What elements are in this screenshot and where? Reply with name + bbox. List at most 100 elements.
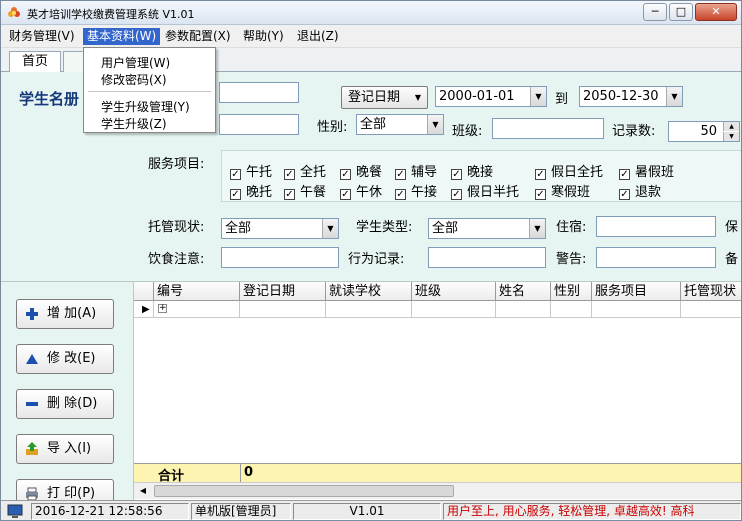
expand-icon[interactable]: +	[158, 304, 167, 313]
grid-cell	[681, 301, 741, 318]
column-header[interactable]: 就读学校	[326, 282, 412, 301]
edit-button[interactable]: 修 改(E)	[16, 344, 114, 374]
total-value: 0	[244, 465, 254, 480]
grid-cell	[551, 301, 592, 318]
column-header[interactable]: 姓名	[496, 282, 551, 301]
delete-button[interactable]: 删 除(D)	[16, 389, 114, 419]
check-icon: ✓	[284, 189, 295, 200]
menu-separator	[88, 91, 211, 92]
import-button-label: 导 入(I)	[47, 441, 92, 456]
grid-cell	[496, 301, 551, 318]
minimize-button[interactable]: ─	[643, 3, 667, 21]
menu-bar: 财务管理(V) 基本资料(W) 参数配置(X) 帮助(Y) 退出(Z)	[1, 25, 741, 48]
check-icon: ✓	[340, 169, 351, 180]
menu-item-user-manage[interactable]: 用户管理(W)	[101, 54, 170, 71]
student-grid: 编号 登记日期 就读学校 班级 姓名 性别 服务项目 托管现状 ▶ + 合计 0	[134, 282, 741, 504]
warning-field[interactable]	[596, 247, 716, 268]
service-checkbox[interactable]: ✓ 晚接	[451, 161, 493, 180]
check-icon: ✓	[619, 169, 630, 180]
status-bar: 2016-12-21 12:58:56 单机版[管理员] V1.01 用户至上,…	[1, 500, 741, 520]
column-header[interactable]: 登记日期	[240, 282, 326, 301]
grid-header: 编号 登记日期 就读学校 班级 姓名 性别 服务项目 托管现状	[134, 282, 741, 301]
calendar-dropdown-icon[interactable]: ▼	[530, 87, 546, 106]
service-checkbox[interactable]: ✓ 假日全托	[535, 161, 603, 180]
record-count-label: 记录数:	[612, 124, 656, 139]
check-icon: ✓	[230, 189, 241, 200]
register-date-label: 登记日期	[348, 90, 401, 105]
import-arrow-icon	[26, 442, 38, 455]
record-count-value: 50	[700, 124, 717, 139]
class-field[interactable]	[492, 118, 604, 139]
chevron-down-icon[interactable]: ▼	[529, 219, 545, 238]
service-checkbox[interactable]: ✓ 午接	[395, 181, 437, 200]
student-type-label: 学生类型:	[356, 220, 413, 235]
menu-finance[interactable]: 财务管理(V)	[5, 28, 79, 45]
service-checkbox[interactable]: ✓ 假日半托	[451, 181, 519, 200]
behavior-field[interactable]	[428, 247, 546, 268]
date-from-field[interactable]: 2000-01-01 ▼	[435, 86, 547, 107]
page-title: 学生名册	[19, 90, 80, 108]
student-type-select[interactable]: 全部 ▼	[428, 218, 546, 239]
spin-up-icon[interactable]: ▲	[723, 122, 739, 131]
warning-label: 警告:	[556, 252, 587, 267]
check-icon: ✓	[451, 189, 462, 200]
diet-field[interactable]	[221, 247, 339, 268]
spin-down-icon[interactable]: ▼	[723, 132, 739, 141]
custody-value: 全部	[225, 221, 252, 236]
check-icon: ✓	[451, 169, 462, 180]
remark-label: 备	[725, 252, 739, 267]
menu-basic-data[interactable]: 基本资料(W)	[83, 28, 161, 45]
service-checkbox[interactable]: ✓ 全托	[284, 161, 326, 180]
menu-help[interactable]: 帮助(Y)	[239, 28, 288, 45]
service-checkbox[interactable]: ✓ 暑假班	[619, 161, 674, 180]
service-checkbox[interactable]: ✓ 晚托	[230, 181, 272, 200]
date-to-field[interactable]: 2050-12-30 ▼	[579, 86, 683, 107]
service-checkbox[interactable]: ✓ 晚餐	[340, 161, 382, 180]
column-header[interactable]: 服务项目	[592, 282, 681, 301]
menu-exit[interactable]: 退出(Z)	[293, 28, 343, 45]
row-indicator-header	[134, 282, 154, 301]
school-search-field[interactable]	[219, 114, 299, 135]
service-checkbox[interactable]: ✓ 午餐	[284, 181, 326, 200]
import-button[interactable]: 导 入(I)	[16, 434, 114, 464]
check-icon: ✓	[619, 189, 630, 200]
menu-item-upgrade[interactable]: 学生升级(Z)	[101, 115, 167, 132]
maximize-button[interactable]: □	[669, 3, 693, 21]
chevron-down-icon[interactable]: ▼	[322, 219, 338, 238]
table-row[interactable]: ▶ +	[134, 301, 741, 318]
menu-item-change-password[interactable]: 修改密码(X)	[101, 71, 167, 88]
service-checkbox[interactable]: ✓ 退款	[619, 181, 661, 200]
horizontal-scrollbar[interactable]: ◀	[134, 482, 741, 499]
column-header[interactable]: 班级	[412, 282, 496, 301]
calendar-dropdown-icon[interactable]: ▼	[666, 87, 682, 106]
custody-select[interactable]: 全部 ▼	[221, 218, 339, 239]
name-search-field[interactable]	[219, 82, 299, 103]
add-button[interactable]: 增 加(A)	[16, 299, 114, 329]
check-icon: ✓	[395, 189, 406, 200]
service-checkbox[interactable]: ✓ 午休	[340, 181, 382, 200]
service-checkbox[interactable]: ✓ 辅导	[395, 161, 437, 180]
close-button[interactable]: ✕	[695, 3, 737, 21]
menu-params[interactable]: 参数配置(X)	[161, 28, 235, 45]
column-header[interactable]: 托管现状	[681, 282, 741, 301]
row-pointer-icon: ▶	[134, 301, 154, 318]
gender-select[interactable]: 全部 ▼	[356, 114, 444, 135]
diet-label: 饮食注意:	[148, 252, 205, 267]
chevron-down-icon[interactable]: ▼	[427, 115, 443, 134]
menu-item-upgrade-manage[interactable]: 学生升级管理(Y)	[101, 98, 190, 115]
check-icon: ✓	[535, 169, 546, 180]
grid-cell: +	[154, 301, 240, 318]
column-header[interactable]: 编号	[154, 282, 240, 301]
service-checkbox[interactable]: ✓ 寒假班	[535, 181, 590, 200]
register-date-dropdown[interactable]: 登记日期 ▼	[341, 86, 428, 109]
custody-label: 托管现状:	[148, 220, 205, 235]
lodging-field[interactable]	[596, 216, 716, 237]
service-checkbox[interactable]: ✓ 午托	[230, 161, 272, 180]
grid-cell	[592, 301, 681, 318]
tab-home[interactable]: 首页	[9, 51, 61, 72]
check-icon: ✓	[535, 189, 546, 200]
scroll-left-icon[interactable]: ◀	[136, 485, 150, 497]
record-count-stepper[interactable]: 50 ▲ ▼	[668, 121, 740, 142]
column-header[interactable]: 性别	[551, 282, 592, 301]
scroll-thumb[interactable]	[154, 485, 454, 497]
